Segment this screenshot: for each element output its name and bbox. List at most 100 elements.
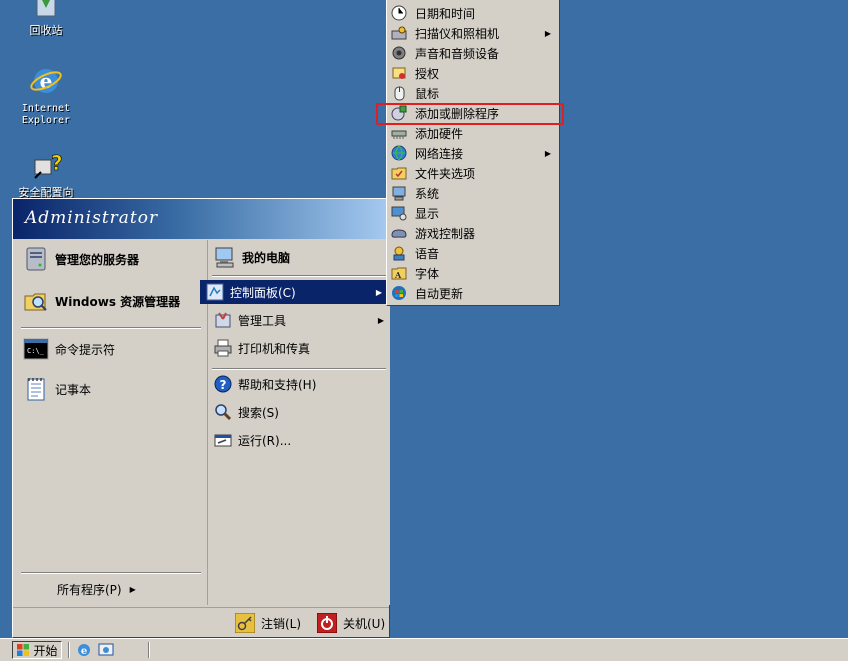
cp-item-system[interactable]: 系统 — [391, 183, 557, 203]
quicklaunch-desktop-icon[interactable] — [98, 642, 114, 658]
cp-item-label: 字体 — [415, 266, 440, 281]
cp-item-fonts[interactable]: A 字体 — [391, 263, 557, 283]
cp-item-label: 声音和音频设备 — [415, 46, 500, 61]
menu-item-label: 记事本 — [55, 382, 92, 397]
chevron-right-icon: ▶ — [129, 584, 136, 594]
logoff-button[interactable]: 注销(L) — [235, 612, 301, 634]
command-prompt-icon: C:\_ — [23, 338, 49, 360]
cp-item-label: 系统 — [415, 186, 440, 201]
desktop-icon-recycle-bin[interactable]: 回收站 — [8, 0, 84, 37]
user-name: Administrator — [25, 208, 159, 228]
search-icon — [215, 404, 232, 421]
desktop-icon-label: Internet Explorer — [21, 103, 71, 126]
cp-item-game-controllers[interactable]: 游戏控制器 — [391, 223, 557, 243]
cp-item-folder-options[interactable]: 文件夹选项 — [391, 163, 557, 183]
svg-text:?: ? — [51, 151, 63, 175]
menu-item-help-support[interactable]: ? 帮助和支持(H) — [214, 372, 316, 396]
cp-item-label: 网络连接 — [415, 146, 464, 161]
server-icon — [26, 247, 46, 271]
windows-update-icon — [392, 286, 406, 300]
key-icon — [235, 613, 255, 633]
license-icon — [392, 67, 406, 79]
menu-item-search[interactable]: 搜索(S) — [214, 400, 279, 424]
fonts-icon: A — [391, 267, 407, 280]
computer-icon — [215, 247, 234, 268]
chevron-right-icon: ▶ — [544, 148, 551, 158]
menu-item-control-panel-selected[interactable]: 控制面板(C) ▶ — [200, 280, 388, 304]
menu-item-admin-tools[interactable]: 管理工具 ▶ — [214, 308, 390, 332]
menu-item-label: 运行(R)... — [238, 433, 292, 448]
separator — [212, 275, 386, 277]
windows-logo-icon — [17, 644, 30, 656]
cp-item-label: 语音 — [415, 246, 440, 261]
cp-item-label: 游戏控制器 — [415, 226, 476, 241]
menu-item-run[interactable]: 运行(R)... — [214, 428, 291, 452]
svg-text:A: A — [394, 270, 402, 280]
hardware-icon — [391, 130, 407, 139]
control-panel-icon — [206, 283, 224, 301]
chevron-right-icon: ▶ — [377, 315, 384, 325]
start-menu-footer: 注销(L) 关机(U) — [13, 607, 389, 638]
svg-text:C:\_: C:\_ — [27, 347, 45, 355]
cp-item-sound-audio[interactable]: 声音和音频设备 — [391, 43, 557, 63]
annotation-highlight-box — [376, 103, 564, 125]
cp-item-label: 鼠标 — [415, 86, 440, 101]
mouse-icon — [394, 86, 405, 101]
menu-item-manage-server[interactable]: 管理您的服务器 — [23, 246, 139, 272]
cp-item-mouse[interactable]: 鼠标 — [391, 83, 557, 103]
cp-item-display[interactable]: 显示 — [391, 203, 557, 223]
taskbar: 开始 e — [0, 638, 848, 661]
menu-item-command-prompt[interactable]: C:\_ 命令提示符 — [23, 336, 115, 362]
cp-item-date-time[interactable]: 日期和时间 — [391, 3, 557, 23]
start-menu-left-pane: 管理您的服务器 Windows 资源管理器 C:\_ 命令提示符 记事本 所有程… — [13, 240, 205, 605]
taskbar-separator — [148, 642, 150, 658]
menu-item-notepad[interactable]: 记事本 — [23, 376, 91, 402]
cp-item-automatic-updates[interactable]: 自动更新 — [391, 283, 557, 303]
menu-item-my-computer[interactable]: 我的电脑 — [214, 244, 290, 270]
cp-item-label: 授权 — [415, 66, 440, 81]
speaker-icon — [392, 46, 406, 60]
network-icon — [391, 145, 407, 161]
admin-tools-icon — [215, 312, 231, 328]
run-icon — [214, 434, 232, 447]
cp-item-licensing[interactable]: 授权 — [391, 63, 557, 83]
shutdown-button[interactable]: 关机(U) — [317, 612, 385, 634]
cp-item-label: 文件夹选项 — [415, 166, 476, 181]
security-wizard-icon: ? — [34, 151, 63, 179]
svg-text:e: e — [81, 646, 87, 657]
notepad-icon — [27, 378, 45, 401]
menu-item-windows-explorer[interactable]: Windows 资源管理器 — [23, 288, 180, 314]
folder-search-icon — [24, 293, 47, 311]
help-icon: ? — [214, 375, 232, 393]
chevron-right-icon: ▶ — [544, 28, 551, 38]
all-programs-button[interactable]: 所有程序(P) ▶ — [57, 580, 136, 598]
cp-item-label: 日期和时间 — [415, 6, 476, 21]
quicklaunch-ie-icon[interactable]: e — [76, 642, 92, 658]
cp-item-speech[interactable]: 语音 — [391, 243, 557, 263]
separator — [212, 368, 386, 370]
start-button[interactable]: 开始 — [12, 641, 62, 659]
menu-item-label: 搜索(S) — [238, 405, 279, 420]
cp-item-label: 扫描仪和照相机 — [415, 26, 500, 41]
cp-item-network-connections[interactable]: 网络连接 ▶ — [391, 143, 557, 163]
menu-item-label: 控制面板(C) — [230, 285, 296, 300]
cp-item-label: 显示 — [415, 206, 440, 221]
display-icon — [391, 206, 407, 221]
cp-item-add-hardware[interactable]: 添加硬件 — [391, 123, 557, 143]
menu-item-label: 帮助和支持(H) — [238, 377, 317, 392]
clock-icon — [391, 5, 407, 21]
desktop-icon-internet-explorer[interactable]: e Internet Explorer — [8, 64, 84, 127]
cp-item-scanners-cameras[interactable]: 扫描仪和照相机 ▶ — [391, 23, 557, 43]
start-menu: Administrator 管理您的服务器 Windows 资源管理器 C:\_… — [12, 198, 390, 638]
control-panel-submenu: 日期和时间 扫描仪和照相机 ▶ 声音和音频设备 授权 鼠标 添加或删除程序 添加… — [386, 0, 560, 306]
menu-item-label: Windows 资源管理器 — [55, 294, 181, 309]
desktop-icon-security-wizard[interactable]: ? 安全配置向 — [8, 148, 84, 199]
folder-options-icon — [391, 167, 407, 180]
menu-item-label: 管理工具 — [238, 313, 287, 328]
separator — [21, 327, 201, 329]
recycle-bin-icon — [36, 0, 56, 17]
separator — [21, 572, 201, 574]
speech-icon — [393, 246, 405, 261]
printer-icon — [214, 339, 232, 357]
menu-item-printers-faxes[interactable]: 打印机和传真 — [214, 336, 310, 360]
